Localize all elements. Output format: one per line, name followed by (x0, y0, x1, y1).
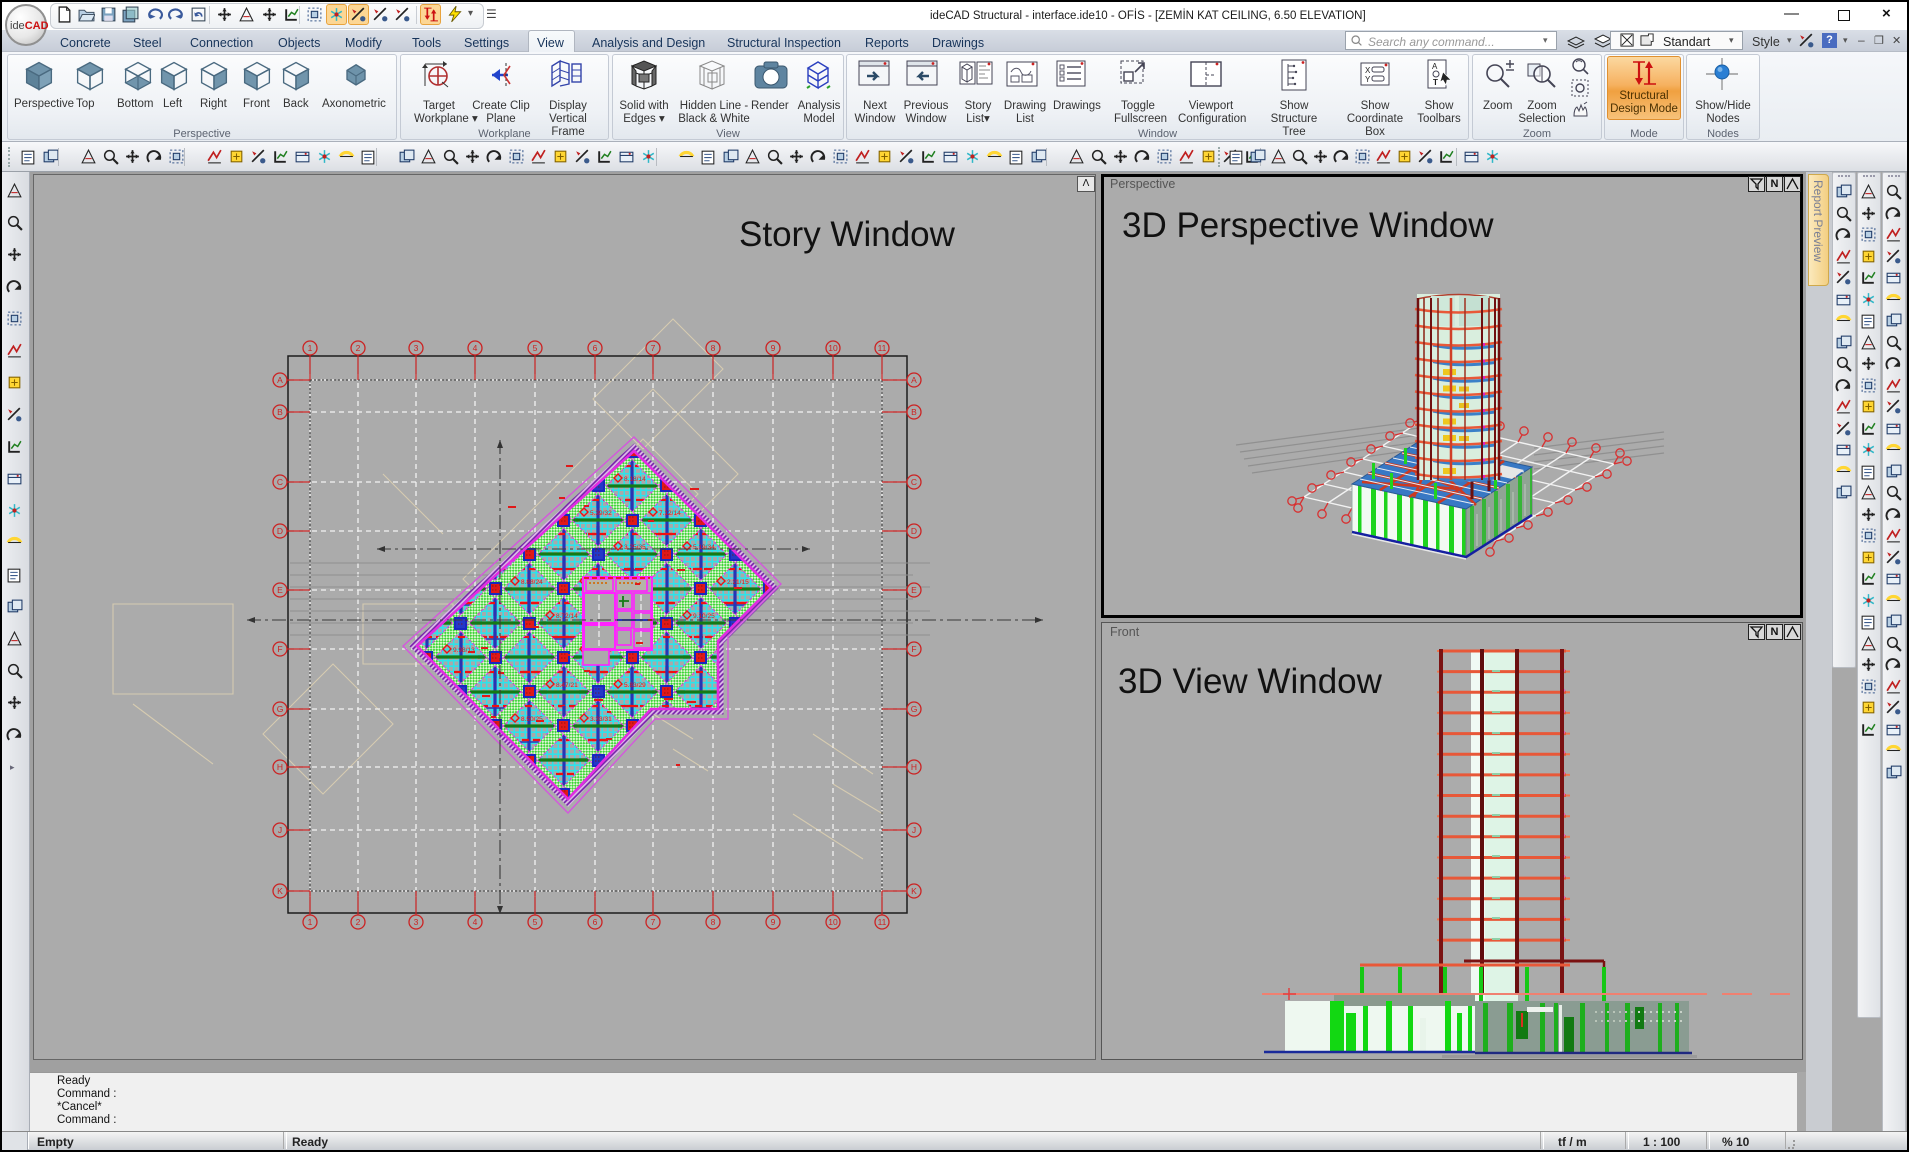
svg-text:7.54/34: 7.54/34 (761, 613, 783, 620)
svg-text:5.83/29: 5.83/29 (624, 682, 646, 689)
svg-text:A: A (911, 375, 917, 385)
svg-text:8.72/14: 8.72/14 (556, 613, 578, 620)
svg-text:2.21/15: 2.21/15 (727, 579, 749, 586)
svg-text:8.18/14: 8.18/14 (624, 476, 646, 483)
svg-text:3: 3 (414, 343, 419, 353)
svg-text:3: 3 (414, 917, 419, 927)
svg-text:10: 10 (828, 917, 838, 927)
svg-text:2: 2 (356, 917, 361, 927)
svg-text:H: H (911, 762, 917, 772)
svg-text:6.41/13: 6.41/13 (727, 647, 749, 654)
svg-text:8.88/24: 8.88/24 (521, 579, 543, 586)
svg-text:F: F (911, 644, 916, 654)
svg-text:8: 8 (711, 343, 716, 353)
svg-text:4.74/26: 4.74/26 (487, 544, 509, 551)
svg-text:6: 6 (593, 917, 598, 927)
svg-text:5.39/32: 5.39/32 (590, 510, 612, 517)
svg-text:E: E (277, 585, 283, 595)
svg-text:K: K (911, 886, 917, 896)
svg-text:H: H (277, 762, 283, 772)
svg-text:D: D (911, 526, 917, 536)
svg-text:C: C (277, 477, 283, 487)
svg-text:9: 9 (771, 343, 776, 353)
svg-text:7.12/14: 7.12/14 (659, 510, 681, 517)
svg-text:5: 5 (533, 917, 538, 927)
svg-text:B: B (277, 407, 283, 417)
svg-text:3.33/31: 3.33/31 (590, 716, 612, 723)
svg-text:11: 11 (878, 917, 887, 927)
svg-text:8.47/21: 8.47/21 (556, 682, 578, 689)
svg-text:6: 6 (593, 343, 598, 353)
svg-text:T: T (1433, 78, 1438, 87)
svg-text:10: 10 (828, 343, 838, 353)
svg-text:7: 7 (651, 917, 656, 927)
svg-text:1: 1 (308, 917, 313, 927)
svg-text:D: D (277, 526, 283, 536)
svg-text:2: 2 (356, 343, 361, 353)
svg-text:5.19/34: 5.19/34 (693, 544, 715, 551)
svg-text:1: 1 (308, 343, 313, 353)
svg-text:G: G (911, 704, 918, 714)
svg-text:8: 8 (711, 917, 716, 927)
svg-text:C: C (911, 477, 917, 487)
svg-text:X: X (1365, 66, 1371, 75)
svg-text:K: K (277, 886, 283, 896)
svg-text:J: J (912, 825, 916, 835)
svg-text:B: B (911, 407, 917, 417)
svg-text:F: F (277, 644, 282, 654)
svg-text:G: G (277, 704, 284, 714)
svg-text:4: 4 (473, 343, 478, 353)
svg-text:Y: Y (1365, 75, 1371, 84)
svg-text:A: A (1432, 62, 1438, 71)
svg-text:5: 5 (533, 343, 538, 353)
svg-text:9.10/25: 9.10/25 (693, 613, 715, 620)
svg-text:3.25/35: 3.25/35 (624, 544, 646, 551)
svg-text:4: 4 (473, 917, 478, 927)
svg-text:J: J (278, 825, 282, 835)
svg-text:A: A (277, 375, 283, 385)
svg-text:11: 11 (878, 343, 887, 353)
svg-text:E: E (911, 585, 917, 595)
svg-text:7: 7 (651, 343, 656, 353)
svg-text:9: 9 (771, 917, 776, 927)
